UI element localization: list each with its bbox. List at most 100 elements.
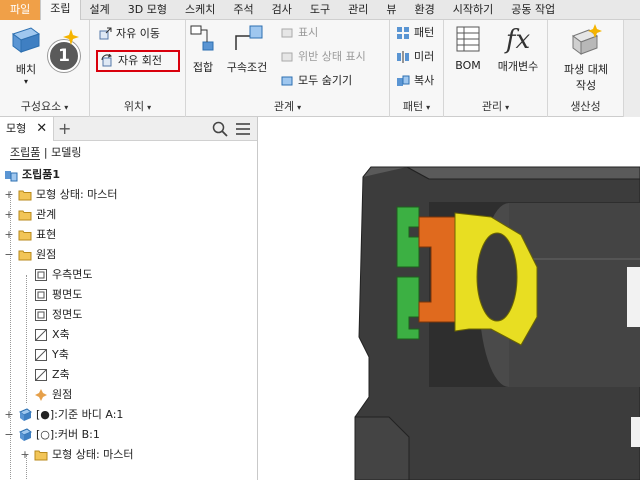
mode-assembly-link[interactable]: 조립품 xyxy=(10,146,41,160)
tree-item[interactable]: 우측면도 xyxy=(4,265,254,285)
tree-item-label: 원점 xyxy=(52,388,73,401)
tab-3d-model[interactable]: 3D 모형 xyxy=(119,0,176,20)
collapse-icon[interactable]: − xyxy=(4,425,14,445)
show-sick-button[interactable]: 위반 상태 표시 xyxy=(278,48,366,66)
panel-relationships: 접합 구속조건 표시 위반 상태 표시 모두 숨기기 관계 ▾ xyxy=(186,20,390,117)
create-sparkle-icon xyxy=(63,29,79,45)
free-move-button[interactable]: 자유 이동 xyxy=(96,25,160,43)
panel-label-position[interactable]: 위치 ▾ xyxy=(90,98,185,114)
tab-view[interactable]: 뷰 xyxy=(377,0,405,20)
pattern-button[interactable]: 패턴 xyxy=(394,24,434,42)
expand-icon[interactable]: + xyxy=(4,205,14,225)
work-plane-icon xyxy=(35,309,47,321)
assembly-section-view xyxy=(354,166,640,480)
tree-item[interactable]: + 모형 상태: 마스터 xyxy=(4,445,254,465)
search-icon[interactable] xyxy=(212,121,228,137)
expand-icon[interactable]: + xyxy=(4,405,14,425)
panel-label-manage[interactable]: 관리 ▾ xyxy=(444,98,547,114)
bom-button[interactable]: BOM xyxy=(448,24,488,72)
work-axis-icon xyxy=(35,369,47,381)
constrain-button[interactable]: 구속조건 xyxy=(222,24,272,75)
mirror-icon xyxy=(397,51,409,63)
tree-item[interactable]: − 원점 xyxy=(4,245,254,265)
joint-button[interactable]: 접합 xyxy=(188,24,218,75)
close-icon[interactable]: ✕ xyxy=(36,121,47,136)
tab-design[interactable]: 설계 xyxy=(81,0,119,20)
tree-item-label: 표현 xyxy=(36,228,57,241)
tab-file[interactable]: 파일 xyxy=(0,0,41,20)
expand-icon[interactable]: + xyxy=(4,225,14,245)
show-icon xyxy=(281,28,293,38)
tree-item[interactable]: + 모형 상태: 마스터 xyxy=(4,185,254,205)
bom-icon xyxy=(456,26,480,52)
graphics-window[interactable] xyxy=(259,117,640,480)
mirror-button[interactable]: 미러 xyxy=(394,48,434,66)
model-browser: 모형 ✕ + 조립품 | 모델링 조립품1 + 모형 상태: 마스터 + 관계 + 표현 − 원점… xyxy=(0,117,258,480)
derived-substitute-label-2: 작성 xyxy=(575,79,597,92)
collapse-icon[interactable]: − xyxy=(4,245,14,265)
tree-item[interactable]: + [●]:기준 바디 A:1 xyxy=(4,405,254,425)
tab-assemble[interactable]: 조립 xyxy=(40,0,81,20)
tab-tools[interactable]: 도구 xyxy=(301,0,339,20)
ribbon-tab-bar: 파일 조립 설계 3D 모형 스케치 주석 검사 도구 관리 뷰 환경 시작하기… xyxy=(0,0,640,20)
copy-button[interactable]: 복사 xyxy=(394,72,434,90)
step-callout-number: 1 xyxy=(58,46,70,66)
tab-get-started[interactable]: 시작하기 xyxy=(444,0,502,20)
tree-item-label: Z축 xyxy=(52,368,70,381)
panel-component: 배치 ▾ 1 구성요소 ▾ xyxy=(0,20,90,117)
panel-position: 자유 이동 자유 회전 위치 ▾ xyxy=(90,20,186,117)
folder-icon xyxy=(18,210,32,221)
hide-all-button[interactable]: 모두 숨기기 xyxy=(278,72,352,90)
browser-tab-model[interactable]: 모형 ✕ xyxy=(0,117,55,141)
expand-icon[interactable]: + xyxy=(20,445,30,465)
tree-item-label: 모형 상태: 마스터 xyxy=(36,188,118,201)
tree-item[interactable]: 원점 xyxy=(4,385,254,405)
tree-item[interactable]: Y축 xyxy=(4,345,254,365)
panel-label-component[interactable]: 구성요소 ▾ xyxy=(0,98,89,114)
tree-item[interactable]: 평면도 xyxy=(4,285,254,305)
tree-item[interactable]: Z축 xyxy=(4,365,254,385)
constrain-icon xyxy=(235,25,263,50)
place-button[interactable]: 배치 ▾ xyxy=(6,24,46,86)
tree-item-label: 우측면도 xyxy=(52,268,93,281)
panel-label-productivity: 생산성 xyxy=(570,100,601,113)
place-dropdown-icon[interactable]: ▾ xyxy=(6,77,46,86)
show-button[interactable]: 표시 xyxy=(278,24,318,42)
tab-sketch[interactable]: 스케치 xyxy=(176,0,224,20)
bom-label: BOM xyxy=(455,59,481,72)
joint-icon xyxy=(190,25,214,51)
folder-icon xyxy=(18,250,32,261)
joint-label: 접합 xyxy=(192,61,214,74)
tree-item[interactable]: 조립품1 xyxy=(4,165,254,185)
work-plane-icon xyxy=(35,289,47,301)
derived-substitute-label-1: 파생 대체 xyxy=(564,63,608,76)
folder-icon xyxy=(34,450,48,461)
panel-label-relationships[interactable]: 관계 ▾ xyxy=(186,98,389,114)
hamburger-menu-icon[interactable] xyxy=(236,122,250,136)
tree-item[interactable]: X축 xyxy=(4,325,254,345)
add-tab-icon[interactable]: + xyxy=(58,119,71,138)
expand-icon[interactable]: + xyxy=(4,185,14,205)
tab-manage[interactable]: 관리 xyxy=(339,0,377,20)
tree-item[interactable]: + 표현 xyxy=(4,225,254,245)
tab-environments[interactable]: 환경 xyxy=(405,0,443,20)
constrain-label: 구속조건 xyxy=(226,61,268,74)
tree-item[interactable]: − [○]:커버 B:1 xyxy=(4,425,254,445)
tree-item-label: [●]:기준 바디 A:1 xyxy=(36,408,124,421)
mode-modeling-link[interactable]: 모델링 xyxy=(51,146,81,159)
tree-item-label: 원점 xyxy=(36,248,57,261)
folder-icon xyxy=(18,230,32,241)
tree-item[interactable]: + 관계 xyxy=(4,205,254,225)
tab-annotate[interactable]: 주석 xyxy=(224,0,262,20)
hide-all-icon xyxy=(281,76,293,86)
derived-substitute-button[interactable]: 파생 대체 작성 xyxy=(552,24,620,93)
panel-label-pattern[interactable]: 패턴 ▾ xyxy=(390,98,443,114)
tree-item[interactable]: 정면도 xyxy=(4,305,254,325)
tab-collaborate[interactable]: 공동 작업 xyxy=(502,0,564,20)
tab-inspect[interactable]: 검사 xyxy=(263,0,301,20)
free-rotate-button[interactable]: 자유 회전 xyxy=(96,50,180,72)
parameters-button[interactable]: fx 매개변수 xyxy=(492,24,544,74)
browser-mode-row: 조립품 | 모델링 xyxy=(10,146,82,160)
work-plane-icon xyxy=(35,269,47,281)
tree-item-label: 관계 xyxy=(36,208,57,221)
